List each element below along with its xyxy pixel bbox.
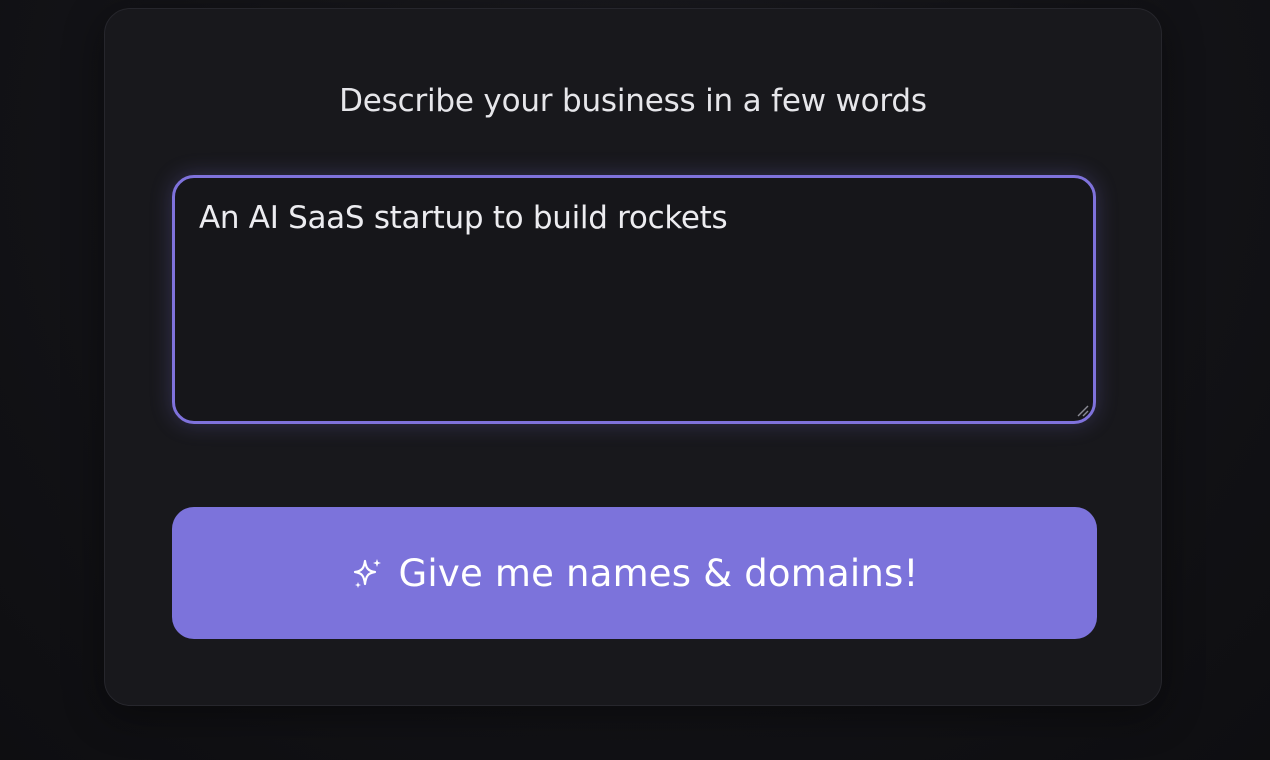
generator-card: Describe your business in a few words An… <box>104 8 1162 706</box>
business-description-value[interactable]: An AI SaaS startup to build rockets <box>199 198 1069 401</box>
form-heading: Describe your business in a few words <box>339 83 927 119</box>
sparkles-icon <box>351 556 385 590</box>
generate-names-button[interactable]: Give me names & domains! <box>172 507 1097 639</box>
business-description-textarea[interactable]: An AI SaaS startup to build rockets <box>172 175 1096 424</box>
generate-names-button-label: Give me names & domains! <box>398 551 919 595</box>
resize-handle-icon[interactable] <box>1075 403 1089 417</box>
